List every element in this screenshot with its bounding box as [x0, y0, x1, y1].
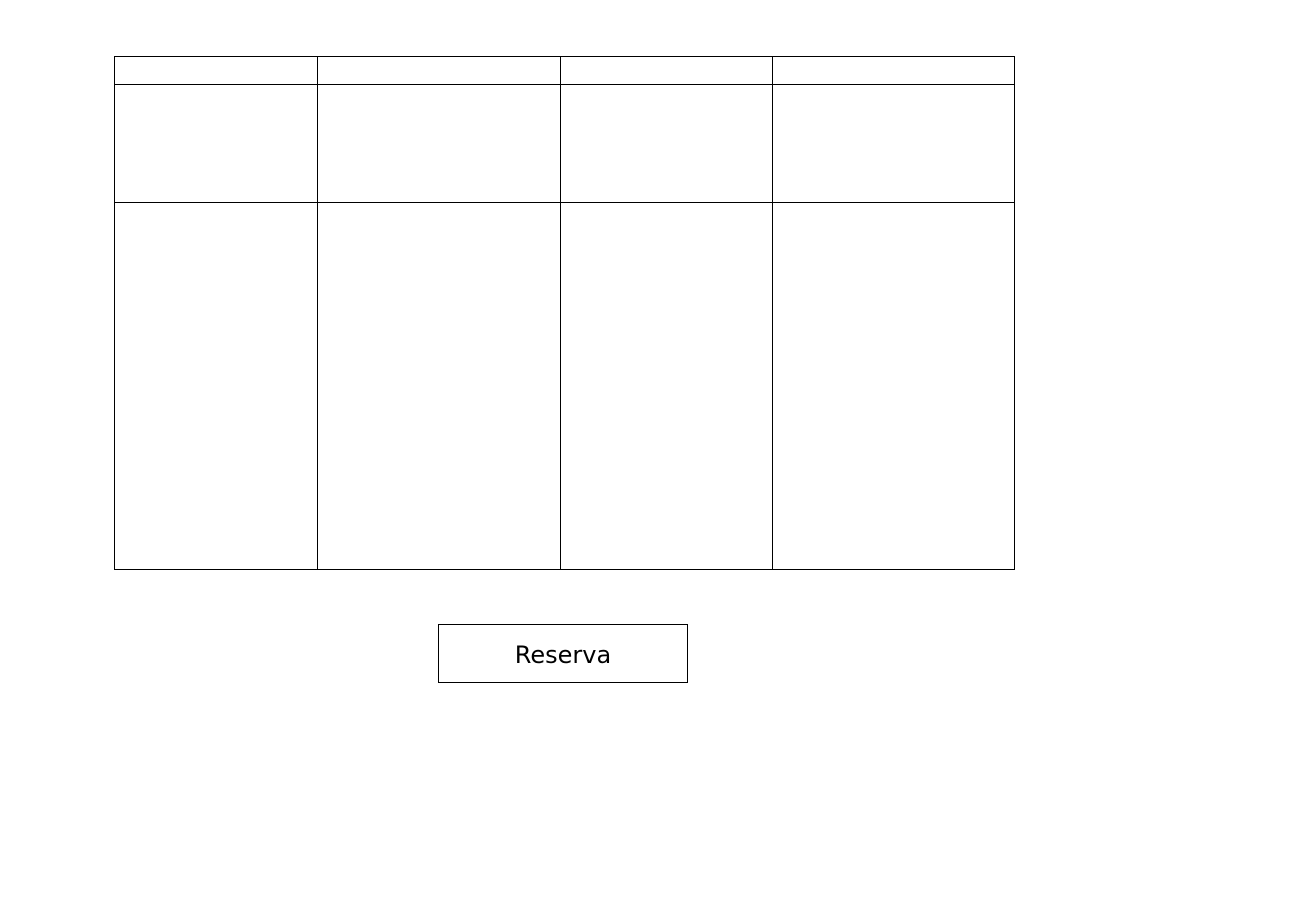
- table-cell: [114, 84, 318, 204]
- table-cell: [772, 202, 1015, 570]
- table-cell: [317, 202, 561, 570]
- table-cell: [560, 202, 773, 570]
- reserve-button-label: Reserva: [514, 640, 612, 669]
- table-cell: [772, 55, 1015, 86]
- table-header-row: [114, 55, 1015, 86]
- table-row: [114, 84, 1015, 204]
- table-cell: [317, 84, 561, 204]
- table-row: [114, 202, 1015, 570]
- table-cell: [772, 84, 1015, 204]
- table-cell: [114, 55, 318, 86]
- table-cell: [317, 55, 561, 86]
- table-cell: [560, 55, 773, 86]
- wireframe-table: [114, 55, 1015, 570]
- table-cell: [114, 202, 318, 570]
- table-cell: [560, 84, 773, 204]
- reserve-button[interactable]: Reserva: [438, 624, 688, 683]
